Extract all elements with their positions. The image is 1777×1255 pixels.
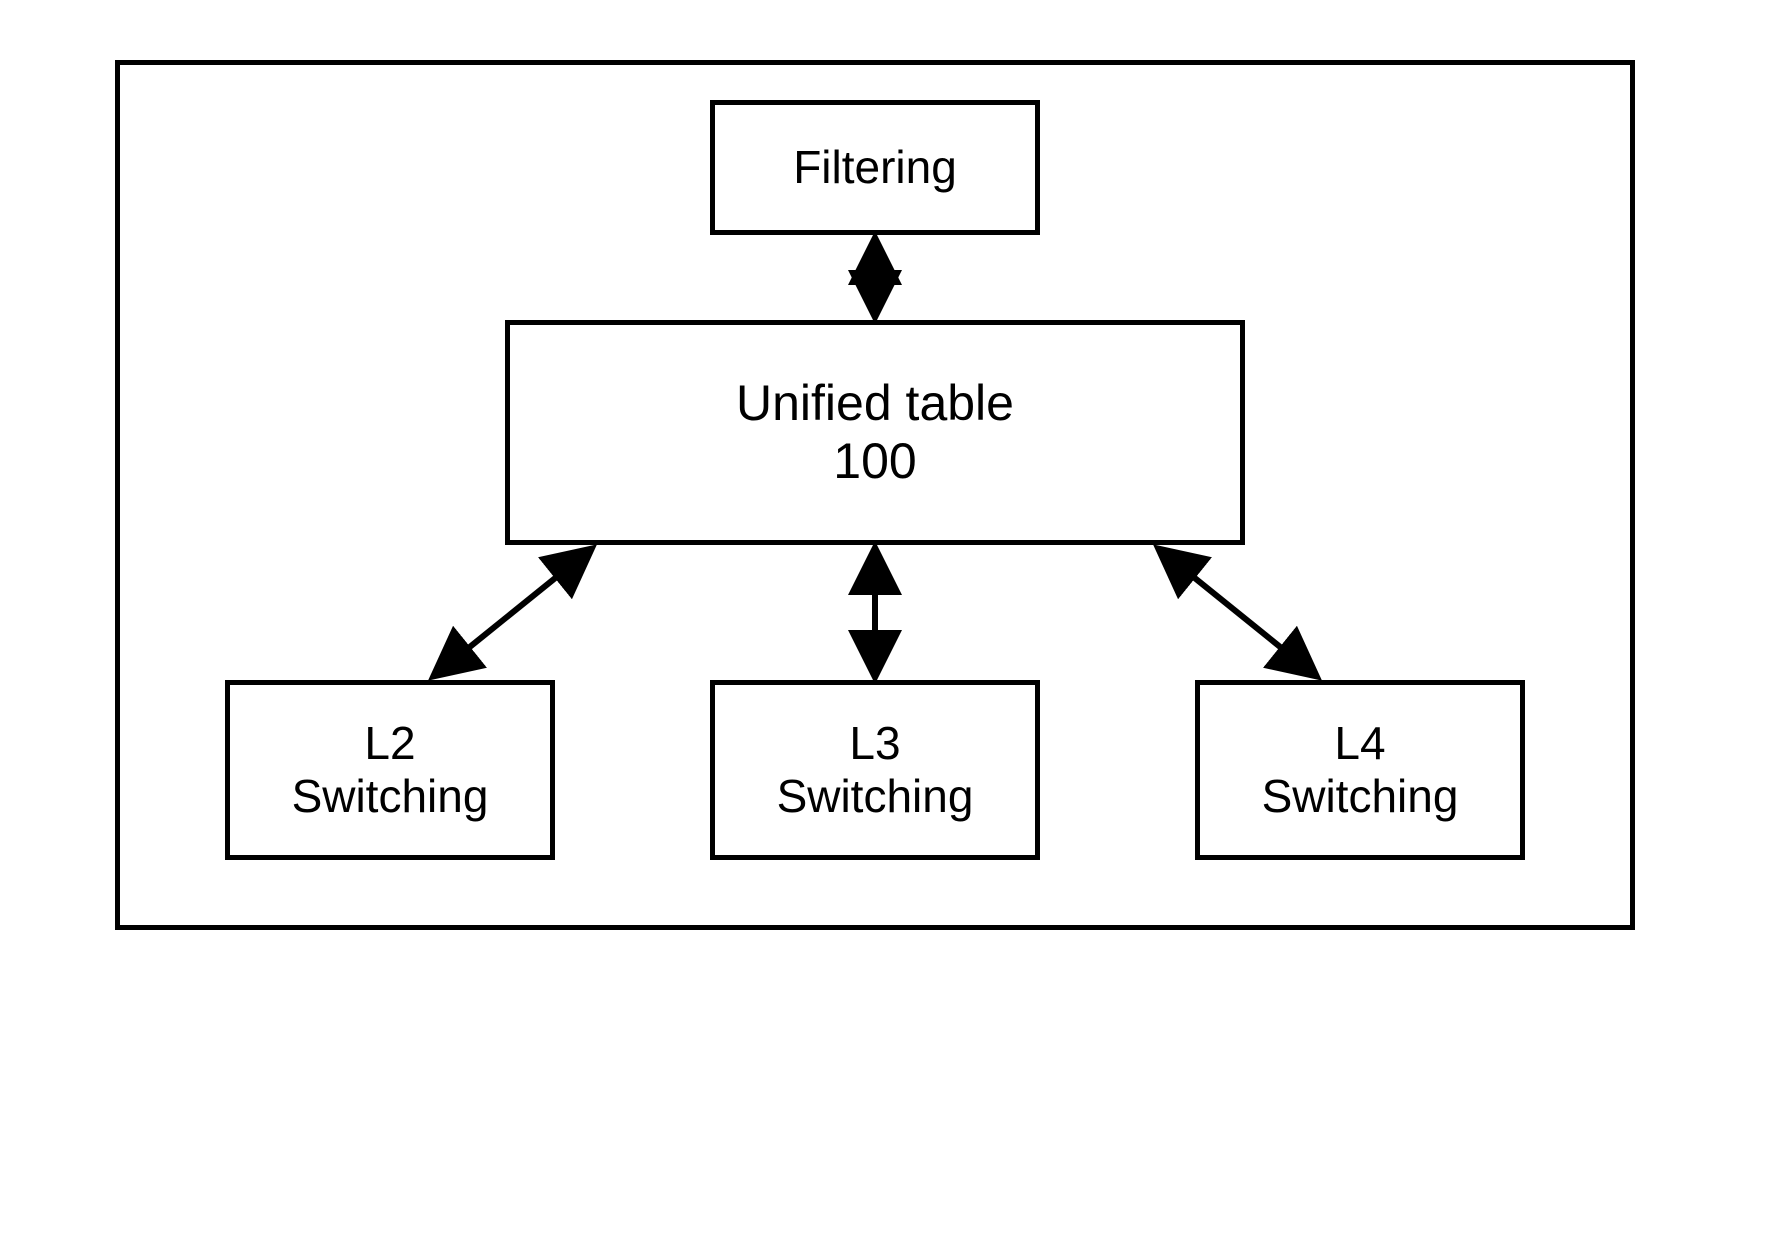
l4-switching-box: L4 Switching xyxy=(1195,680,1525,860)
l3-line1: L3 xyxy=(849,717,900,770)
unified-table-box: Unified table 100 xyxy=(505,320,1245,545)
filtering-box: Filtering xyxy=(710,100,1040,235)
l4-line1: L4 xyxy=(1334,717,1385,770)
diagram-canvas: Filtering Unified table 100 L2 Switching… xyxy=(0,0,1777,1255)
l2-line2: Switching xyxy=(292,770,489,823)
l2-switching-box: L2 Switching xyxy=(225,680,555,860)
l4-line2: Switching xyxy=(1262,770,1459,823)
unified-table-label: Unified table xyxy=(736,375,1014,433)
l3-switching-box: L3 Switching xyxy=(710,680,1040,860)
l3-line2: Switching xyxy=(777,770,974,823)
filtering-label: Filtering xyxy=(793,141,957,194)
unified-table-number: 100 xyxy=(833,433,916,491)
l2-line1: L2 xyxy=(364,717,415,770)
